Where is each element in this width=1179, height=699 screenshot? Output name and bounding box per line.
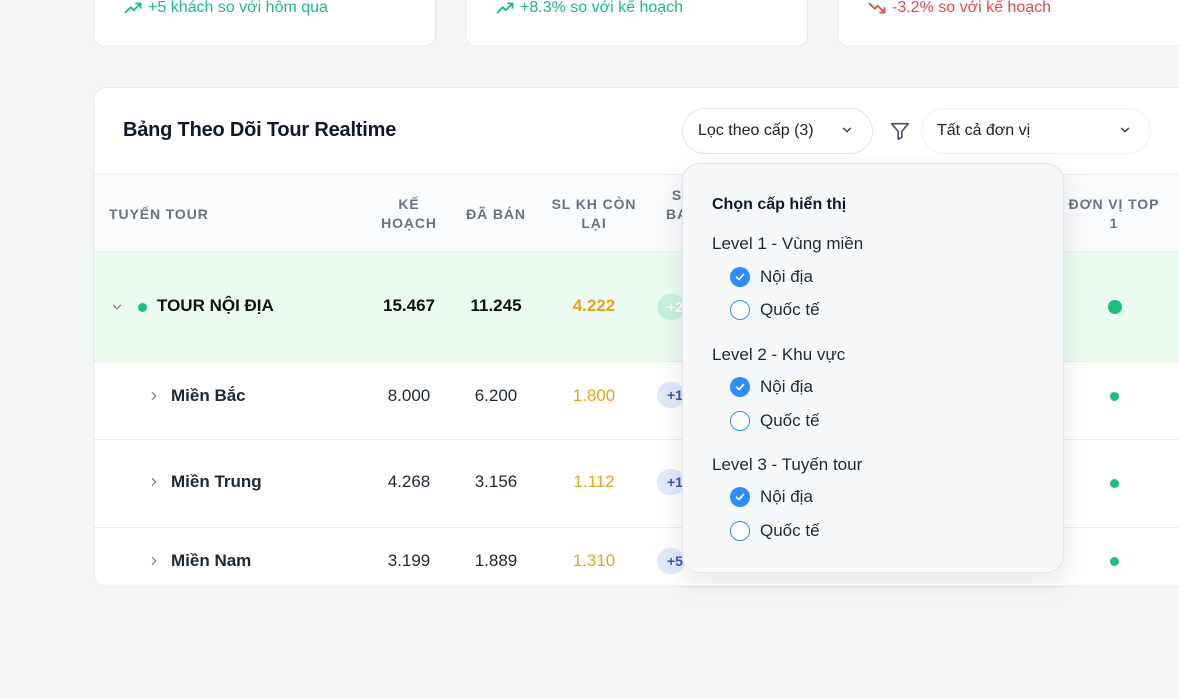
header-remaining: SL KH CÒN LẠI [544,195,644,233]
stat-trend-text: -3.2% so với kế hoạch [892,0,1052,16]
unit-select-value: Tất cả đơn vị [937,122,1031,139]
level-3-domestic-checkbox[interactable]: Nội địa [730,487,813,507]
route-name: Miền Bắc [171,386,246,405]
radio-empty-icon [730,521,750,541]
stat-trend-text: +5 khách so với hôm qua [148,0,328,16]
level-filter-dropdown: Chọn cấp hiển thị Level 1 - Vùng miền Nộ… [682,163,1064,573]
change-badge: +2 [657,294,685,320]
option-label: Quốc tế [760,521,820,540]
trend-up-icon [496,2,514,14]
header-top-unit-line-2: 1 [1109,215,1119,231]
change-badge-text: +1 [667,474,683,490]
stat-trend: -3.2% so với kế hoạch [868,0,1051,17]
level-1-domestic-checkbox[interactable]: Nội địa [730,267,813,287]
top-unit-dot [1110,479,1119,488]
level-3-label: Level 3 - Tuyến tour [712,455,863,474]
change-badge: +1 [657,382,685,408]
trend-up-icon [124,2,142,14]
check-icon [730,487,750,507]
sold-value: 6.200 [474,386,518,405]
route-name: Miền Nam [171,551,252,570]
level-filter-label: Lọc theo cấp (3) [698,122,814,139]
change-badge: +1 [657,469,685,495]
level-2-international-checkbox[interactable]: Quốc tế [730,411,820,431]
top-unit-dot [1108,300,1122,314]
change-badge-text: +2 [667,299,683,315]
remaining-value: 1.800 [572,386,616,405]
sold-value: 3.156 [474,472,518,491]
chevron-right-icon[interactable] [147,554,161,568]
stat-card-plan: +8.3% so với kế hoạch [465,0,808,47]
header-top-unit: ĐƠN VỊ TOP 1 [1059,195,1169,233]
stat-trend: +5 khách so với hôm qua [124,0,328,17]
remaining-value: 4.222 [572,296,616,315]
dropdown-title: Chọn cấp hiển thị [712,196,847,213]
plan-value: 8.000 [387,386,431,405]
level-filter-button[interactable]: Lọc theo cấp (3) [682,108,873,154]
top-unit-dot [1110,557,1119,566]
stat-card-deviation: -3.2% so với kế hoạch [837,0,1179,47]
option-label: Nội địa [760,377,813,396]
chevron-right-icon[interactable] [147,389,161,403]
header-remaining-line-2: LẠI [581,215,607,231]
route-name: Miền Trung [171,472,262,491]
unit-select[interactable]: Tất cả đơn vị [921,108,1151,154]
trend-down-icon [868,2,886,14]
level-2-domestic-checkbox[interactable]: Nội địa [730,377,813,397]
level-2-label: Level 2 - Khu vực [712,345,846,364]
plan-value: 4.268 [387,472,431,491]
radio-empty-icon [730,411,750,431]
option-label: Quốc tế [760,300,820,319]
chevron-down-icon [842,127,852,133]
top-unit-dot [1110,392,1119,401]
sold-value: 1.889 [474,551,518,570]
option-label: Nội địa [760,487,813,506]
change-badge: +5 [657,548,685,574]
header-sold: ĐÃ BÁN [466,206,526,222]
check-icon [730,377,750,397]
chevron-down-icon[interactable] [110,300,124,314]
level-1-label: Level 1 - Vùng miền [712,234,864,253]
change-badge-text: +1 [667,387,683,403]
header-plan: KẾ HOẠCH [364,195,454,233]
sold-value: 11.245 [470,296,522,315]
change-badge-text: +5 [667,553,683,569]
remaining-value: 1.112 [573,472,615,491]
panel-title: Bảng Theo Dõi Tour Realtime [123,119,397,141]
header-remaining-line-1: SL KH CÒN [551,196,637,212]
stat-trend-text: +8.3% so với kế hoạch [520,0,684,16]
check-icon [730,267,750,287]
remaining-value: 1.310 [572,551,616,570]
level-3-international-checkbox[interactable]: Quốc tế [730,521,820,541]
header-plan-line-2: HOẠCH [381,215,437,231]
option-label: Nội địa [760,267,813,286]
chevron-right-icon[interactable] [147,475,161,489]
level-1-international-checkbox[interactable]: Quốc tế [730,300,820,320]
header-plan-line-1: KẾ [398,196,420,212]
route-name: TOUR NỘI ĐỊA [157,296,274,315]
radio-empty-icon [730,300,750,320]
chevron-down-icon [1120,127,1130,133]
stat-trend: +8.3% so với kế hoạch [496,0,683,17]
option-label: Quốc tế [760,411,820,430]
status-dot [138,303,147,312]
stat-card-customers: +5 khách so với hôm qua [93,0,436,47]
plan-value: 15.467 [383,296,435,315]
filter-icon[interactable] [889,120,911,142]
header-route: TUYẾN TOUR [109,206,209,222]
header-top-unit-line-1: ĐƠN VỊ TOP [1068,196,1160,212]
plan-value: 3.199 [387,551,431,570]
